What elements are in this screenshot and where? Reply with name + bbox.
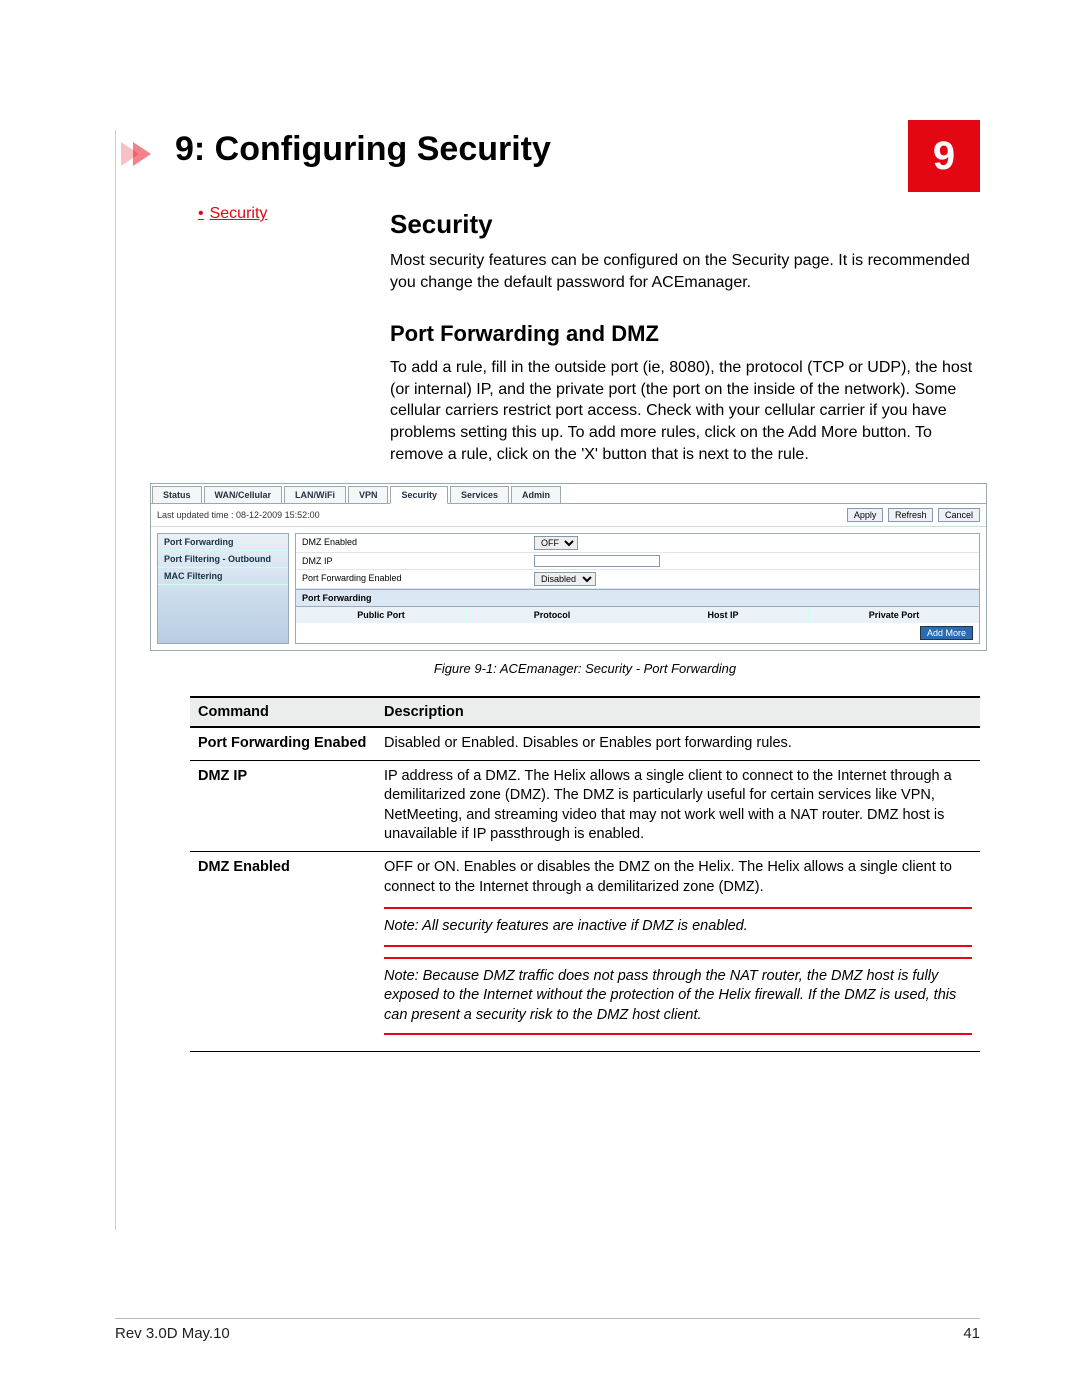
figure-caption: Figure 9-1: ACEmanager: Security - Port … <box>190 661 980 676</box>
pf-enabled-label: Port Forwarding Enabled <box>296 570 528 588</box>
table-header-description: Description <box>376 697 980 727</box>
note-dmz-risk: Note: Because DMZ traffic does not pass … <box>384 957 972 1036</box>
pf-column-headers: Public Port Protocol Host IP Private Por… <box>296 607 979 623</box>
dmz-ip-label: DMZ IP <box>296 553 528 569</box>
table-header-command: Command <box>190 697 376 727</box>
left-margin-rule <box>115 130 116 1230</box>
screenshot-status-bar: Last updated time : 08-12-2009 15:52:00 … <box>151 504 986 527</box>
tab-vpn[interactable]: VPN <box>348 486 389 504</box>
cancel-button[interactable]: Cancel <box>938 508 980 522</box>
leftnav-port-forwarding[interactable]: Port Forwarding <box>158 534 288 551</box>
refresh-button[interactable]: Refresh <box>888 508 934 522</box>
leftnav-port-filtering-outbound[interactable]: Port Filtering - Outbound <box>158 551 288 568</box>
chapter-title: 9: Configuring Security <box>115 130 980 169</box>
subsection-heading-pf-dmz: Port Forwarding and DMZ <box>390 321 980 347</box>
tab-wan-cellular[interactable]: WAN/Cellular <box>204 486 283 504</box>
apply-button[interactable]: Apply <box>847 508 884 522</box>
tab-lan-wifi[interactable]: LAN/WiFi <box>284 486 346 504</box>
desc-dmz-enabled: OFF or ON. Enables or disables the DMZ o… <box>376 851 980 1051</box>
cmd-port-forwarding-enabled: Port Forwarding Enabed <box>190 727 376 760</box>
command-description-table: Command Description Port Forwarding Enab… <box>190 696 980 1052</box>
screenshot-tabs: Status WAN/Cellular LAN/WiFi VPN Securit… <box>151 484 986 504</box>
desc-dmz-ip: IP address of a DMZ. The Helix allows a … <box>376 760 980 851</box>
tab-services[interactable]: Services <box>450 486 509 504</box>
dmz-enabled-select[interactable]: OFF <box>534 536 578 550</box>
pf-col-protocol: Protocol <box>467 607 638 623</box>
table-row: DMZ IP IP address of a DMZ. The Helix al… <box>190 760 980 851</box>
table-row: DMZ Enabled OFF or ON. Enables or disabl… <box>190 851 980 1051</box>
pf-col-private-port: Private Port <box>809 607 979 623</box>
pf-section-header: Port Forwarding <box>296 589 979 607</box>
pf-col-host-ip: Host IP <box>638 607 809 623</box>
section-heading-security: Security <box>390 209 980 240</box>
footer-revision: Rev 3.0D May.10 <box>115 1325 230 1342</box>
toc-link-security[interactable]: Security <box>198 205 267 223</box>
dmz-enabled-label: DMZ Enabled <box>296 534 528 552</box>
subsection-body-paragraph: To add a rule, fill in the outside port … <box>390 357 980 465</box>
tab-status[interactable]: Status <box>152 486 202 504</box>
cmd-dmz-enabled: DMZ Enabled <box>190 851 376 1051</box>
chapter-title-text: 9: Configuring Security <box>175 130 551 168</box>
tab-admin[interactable]: Admin <box>511 486 561 504</box>
tab-security[interactable]: Security <box>390 486 448 504</box>
page-footer: Rev 3.0D May.10 41 <box>115 1318 980 1342</box>
cmd-dmz-ip: DMZ IP <box>190 760 376 851</box>
double-chevron-icon <box>121 136 145 175</box>
desc-port-forwarding-enabled: Disabled or Enabled. Disables or Enables… <box>376 727 980 760</box>
leftnav-mac-filtering[interactable]: MAC Filtering <box>158 568 288 585</box>
note-security-inactive: Note: All security features are inactive… <box>384 907 972 947</box>
pf-col-public-port: Public Port <box>296 607 467 623</box>
dmz-ip-input[interactable] <box>534 555 660 567</box>
footer-page-number: 41 <box>963 1325 980 1342</box>
pf-enabled-select[interactable]: Disabled <box>534 572 596 586</box>
last-updated-time: Last updated time : 08-12-2009 15:52:00 <box>157 510 320 520</box>
screenshot-leftnav: Port Forwarding Port Filtering - Outboun… <box>157 533 289 644</box>
embedded-screenshot: Status WAN/Cellular LAN/WiFi VPN Securit… <box>150 483 987 651</box>
section-intro-paragraph: Most security features can be configured… <box>390 250 980 293</box>
add-more-button[interactable]: Add More <box>920 626 973 640</box>
desc-dmz-enabled-text: OFF or ON. Enables or disables the DMZ o… <box>384 859 952 895</box>
table-row: Port Forwarding Enabed Disabled or Enabl… <box>190 727 980 760</box>
screenshot-config-panel: DMZ Enabled OFF DMZ IP Port Forwarding E… <box>295 533 980 644</box>
